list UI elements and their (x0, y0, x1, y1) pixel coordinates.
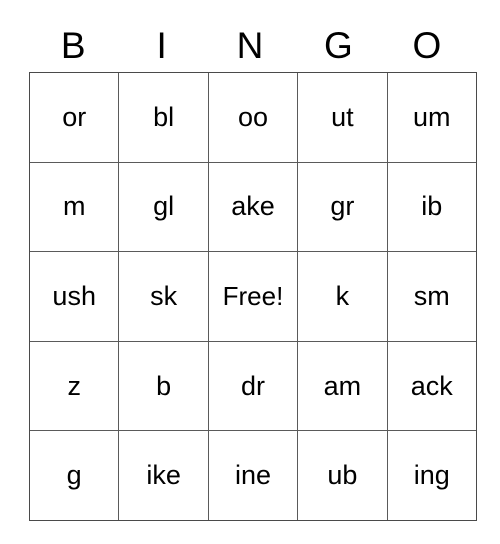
bingo-cell-o1[interactable]: um (386, 72, 477, 163)
bingo-cell-i2[interactable]: gl (118, 161, 209, 253)
bingo-cell-b1[interactable]: or (28, 72, 120, 163)
bingo-row: ush sk Free! k sm (28, 251, 477, 342)
bingo-cell-b5[interactable]: g (28, 430, 120, 521)
bingo-header-letter-g: G (324, 24, 353, 66)
bingo-cell-i3[interactable]: sk (118, 251, 209, 342)
bingo-cell-o2[interactable]: ib (386, 161, 477, 253)
bingo-cell-n5[interactable]: ine (207, 430, 299, 521)
bingo-cell-g4[interactable]: am (297, 340, 388, 432)
bingo-header-row: B I N G O (29, 18, 471, 72)
bingo-cell-g2[interactable]: gr (297, 161, 388, 253)
bingo-row: g ike ine ub ing (28, 430, 477, 521)
bingo-cell-o4[interactable]: ack (386, 340, 477, 432)
bingo-row: z b dr am ack (28, 340, 477, 432)
bingo-cell-i5[interactable]: ike (118, 430, 209, 521)
bingo-cell-n4[interactable]: dr (207, 340, 299, 432)
bingo-cell-g1[interactable]: ut (297, 72, 388, 163)
bingo-cell-i4[interactable]: b (118, 340, 209, 432)
bingo-row: or bl oo ut um (28, 72, 477, 163)
bingo-cell-b4[interactable]: z (28, 340, 120, 432)
bingo-cell-g5[interactable]: ub (297, 430, 388, 521)
bingo-cell-free-space[interactable]: Free! (207, 251, 299, 342)
bingo-cell-b2[interactable]: m (28, 161, 120, 253)
bingo-cell-b3[interactable]: ush (28, 251, 120, 342)
bingo-cell-o3[interactable]: sm (386, 251, 477, 342)
bingo-cell-n1[interactable]: oo (207, 72, 299, 163)
bingo-cell-i1[interactable]: bl (118, 72, 209, 163)
bingo-cell-o5[interactable]: ing (386, 430, 477, 521)
bingo-grid: or bl oo ut um m gl ake gr ib ush sk Fre… (28, 72, 477, 521)
bingo-card: B I N G O or bl oo ut um m gl ake gr ib … (28, 18, 477, 521)
bingo-cell-g3[interactable]: k (297, 251, 388, 342)
bingo-header-letter-i: I (156, 24, 167, 66)
bingo-header-letter-n: N (236, 24, 264, 66)
bingo-header-letter-o: O (412, 24, 442, 66)
bingo-row: m gl ake gr ib (28, 161, 477, 253)
bingo-header-letter-b: B (60, 24, 86, 66)
bingo-cell-n2[interactable]: ake (207, 161, 299, 253)
